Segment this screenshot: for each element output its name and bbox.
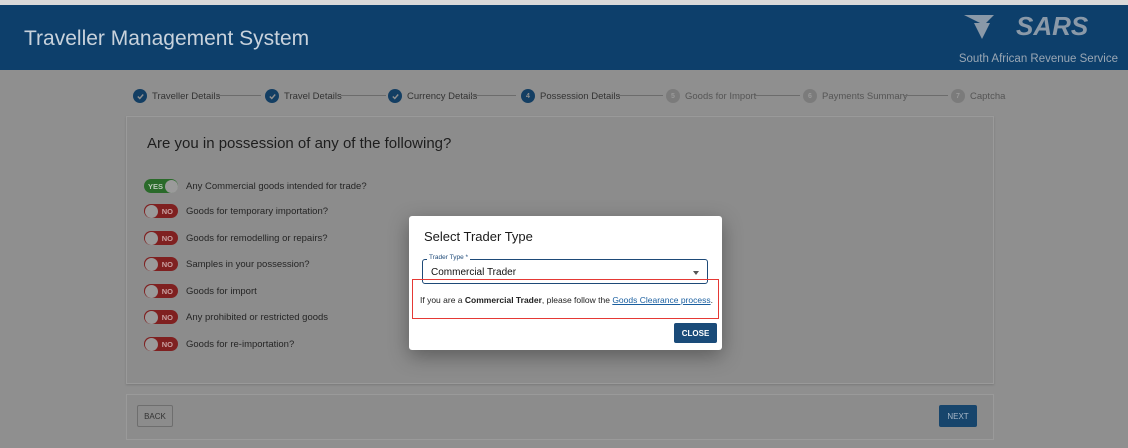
step-label: Payments Summary: [822, 90, 908, 102]
remodelling-repairs-row: NO Goods for remodelling or repairs?: [144, 229, 328, 247]
toggle-label: Goods for temporary importation?: [186, 205, 329, 217]
toggle-label: Any prohibited or restricted goods: [186, 311, 329, 323]
select-value: Commercial Trader: [431, 267, 517, 278]
trader-type-dialog: Select Trader Type Trader Type * Commerc…: [409, 216, 722, 350]
prohibited-goods-row: NO Any prohibited or restricted goods: [144, 308, 328, 326]
possession-question: Are you in possession of any of the foll…: [147, 135, 452, 152]
check-icon: [133, 89, 147, 103]
step-label: Captcha: [970, 90, 1006, 102]
step-number-badge: 5: [666, 89, 680, 103]
svg-text:SARS: SARS: [1016, 11, 1089, 41]
toggle-label: Samples in your possession?: [186, 258, 310, 270]
step-number-badge: 6: [803, 89, 817, 103]
step-label: Goods for Import: [685, 90, 757, 102]
toggle-label: Any Commercial goods intended for trade?: [186, 180, 367, 192]
info-message: If you are a Commercial Trader, please f…: [420, 295, 713, 305]
reimportation-toggle[interactable]: NO: [144, 337, 178, 351]
trader-type-emphasis: Commercial Trader: [464, 295, 542, 305]
check-icon: [265, 89, 279, 103]
commercial-goods-row: YES Any Commercial goods intended for tr…: [144, 177, 367, 195]
step-traveller-details[interactable]: Traveller Details: [133, 86, 220, 106]
goods-clearance-link[interactable]: Goods Clearance process: [612, 295, 710, 305]
step-number-badge: 7: [951, 89, 965, 103]
temporary-importation-row: NO Goods for temporary importation?: [144, 202, 328, 220]
step-travel-details[interactable]: Travel Details: [265, 86, 342, 106]
remodelling-repairs-toggle[interactable]: NO: [144, 231, 178, 245]
app-header: Traveller Management System SARS South A…: [0, 0, 1128, 70]
step-connector: [903, 95, 948, 96]
commercial-goods-toggle[interactable]: YES: [144, 179, 178, 193]
step-connector: [618, 95, 663, 96]
toggle-label: Goods for remodelling or repairs?: [186, 232, 328, 244]
step-connector: [216, 95, 261, 96]
step-possession-details[interactable]: 4 Possession Details: [521, 86, 620, 106]
step-label: Traveller Details: [152, 90, 221, 102]
step-connector: [471, 95, 516, 96]
step-connector: [755, 95, 800, 96]
goods-for-import-toggle[interactable]: NO: [144, 284, 178, 298]
next-button[interactable]: NEXT: [939, 405, 977, 427]
toggle-label: Goods for import: [186, 285, 257, 297]
reimportation-row: NO Goods for re-importation?: [144, 335, 294, 353]
step-number-badge: 4: [521, 89, 535, 103]
sars-logo-icon: SARS: [964, 11, 1089, 41]
check-icon: [388, 89, 402, 103]
step-label: Possession Details: [540, 90, 621, 102]
app-title: Traveller Management System: [24, 27, 310, 50]
progress-stepper: Traveller Details Travel Details Currenc…: [133, 86, 1013, 106]
dropdown-arrow-icon: [693, 271, 699, 275]
step-label: Travel Details: [284, 90, 342, 102]
step-captcha[interactable]: 7 Captcha: [951, 86, 1005, 106]
step-label: Currency Details: [407, 90, 478, 102]
toggle-label: Goods for re-importation?: [186, 338, 295, 350]
step-goods-for-import[interactable]: 5 Goods for Import: [666, 86, 756, 106]
samples-row: NO Samples in your possession?: [144, 255, 310, 273]
navigation-card: BACK NEXT: [126, 394, 994, 440]
samples-toggle[interactable]: NO: [144, 257, 178, 271]
dialog-title: Select Trader Type: [424, 229, 533, 244]
step-payments-summary[interactable]: 6 Payments Summary: [803, 86, 908, 106]
prohibited-goods-toggle[interactable]: NO: [144, 310, 178, 324]
goods-for-import-row: NO Goods for import: [144, 282, 257, 300]
close-button[interactable]: CLOSE: [674, 323, 717, 343]
step-currency-details[interactable]: Currency Details: [388, 86, 477, 106]
back-button[interactable]: BACK: [137, 405, 173, 427]
step-connector: [341, 95, 386, 96]
app-tagline: South African Revenue Service: [958, 53, 1118, 65]
select-label: Trader Type *: [427, 254, 471, 261]
temporary-importation-toggle[interactable]: NO: [144, 204, 178, 218]
